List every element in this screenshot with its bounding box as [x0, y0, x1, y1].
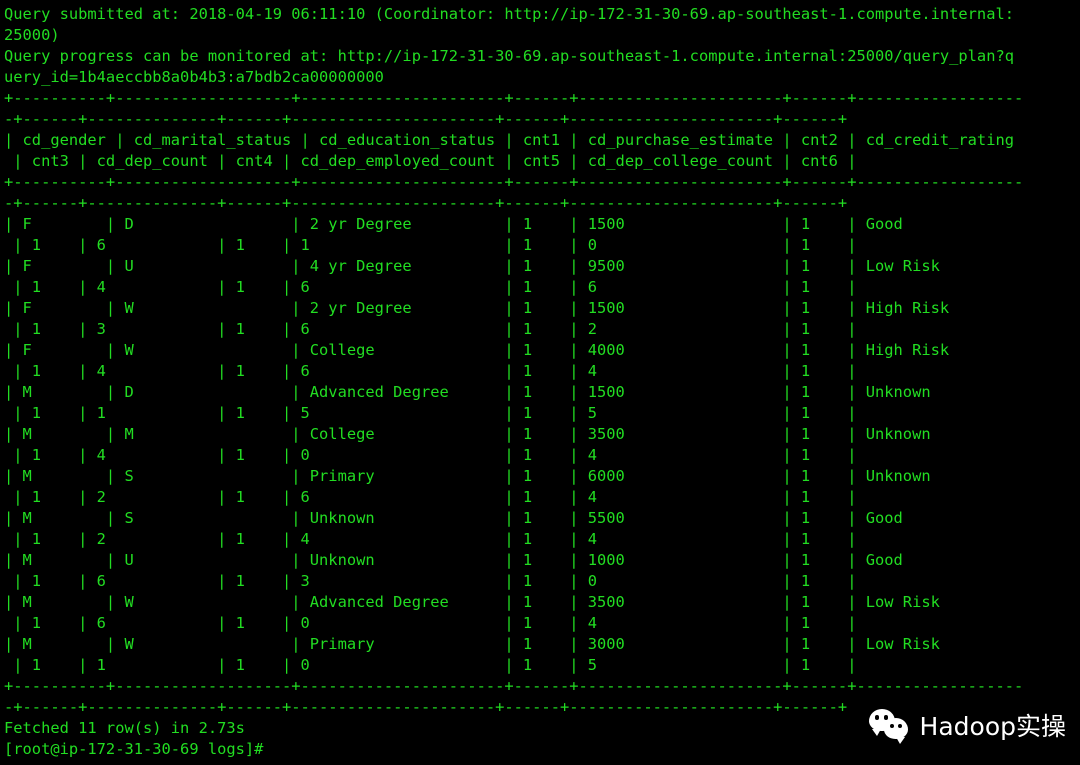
terminal-window[interactable]: Query submitted at: 2018-04-19 06:11:10 … [0, 0, 1080, 765]
table-row: | M | D | Advanced Degree | 1 | 1500 | 1… [4, 383, 931, 401]
table-row: | F | W | College | 1 | 4000 | 1 | High … [4, 341, 950, 359]
table-row-cont: | 1 | 2 | 1 | 4 | 1 | 4 | 1 | [4, 530, 857, 548]
table-row-cont: | 1 | 4 | 1 | 6 | 1 | 4 | 1 | [4, 362, 857, 380]
query-progress-line-2: uery_id=1b4aeccbb8a0b4b3:a7bdb2ca0000000… [4, 68, 384, 86]
query-submitted-line-1: Query submitted at: 2018-04-19 06:11:10 … [4, 5, 1014, 23]
table-bottom-border-line-2: -+------+--------------+------+---------… [4, 698, 848, 716]
table-row: | M | W | Primary | 1 | 3000 | 1 | Low R… [4, 635, 940, 653]
table-top-border-line-2: -+------+--------------+------+---------… [4, 110, 848, 128]
table-bottom-border-line-1: +----------+-------------------+--------… [4, 677, 1024, 695]
table-row-cont: | 1 | 6 | 1 | 3 | 1 | 0 | 1 | [4, 572, 857, 590]
table-row-cont: | 1 | 4 | 1 | 0 | 1 | 4 | 1 | [4, 446, 857, 464]
table-row-cont: | 1 | 1 | 1 | 0 | 1 | 5 | 1 | [4, 656, 857, 674]
table-row: | M | W | Advanced Degree | 1 | 3500 | 1… [4, 593, 940, 611]
query-progress-line-1: Query progress can be monitored at: http… [4, 47, 1014, 65]
table-top-border-line-1: +----------+-------------------+--------… [4, 89, 1024, 107]
table-row-cont: | 1 | 6 | 1 | 1 | 1 | 0 | 1 | [4, 236, 857, 254]
table-row-cont: | 1 | 6 | 1 | 0 | 1 | 4 | 1 | [4, 614, 857, 632]
table-row-cont: | 1 | 4 | 1 | 6 | 1 | 6 | 1 | [4, 278, 857, 296]
table-header-border-line-1: +----------+-------------------+--------… [4, 173, 1024, 191]
table-row: | M | S | Primary | 1 | 6000 | 1 | Unkno… [4, 467, 931, 485]
shell-prompt[interactable]: [root@ip-172-31-30-69 logs]# [4, 739, 1080, 760]
table-row: | F | D | 2 yr Degree | 1 | 1500 | 1 | G… [4, 215, 903, 233]
query-submitted-line-2: 25000) [4, 26, 60, 44]
table-row: | M | S | Unknown | 1 | 5500 | 1 | Good [4, 509, 903, 527]
table-row-cont: | 1 | 3 | 1 | 6 | 1 | 2 | 1 | [4, 320, 857, 338]
table-header-border-line-2: -+------+--------------+------+---------… [4, 194, 848, 212]
table-row: | F | U | 4 yr Degree | 1 | 9500 | 1 | L… [4, 257, 940, 275]
table-row: | M | U | Unknown | 1 | 1000 | 1 | Good [4, 551, 903, 569]
fetched-status: Fetched 11 row(s) in 2.73s [4, 719, 245, 737]
table-row-cont: | 1 | 2 | 1 | 6 | 1 | 4 | 1 | [4, 488, 857, 506]
table-row: | M | M | College | 1 | 3500 | 1 | Unkno… [4, 425, 931, 443]
table-row-cont: | 1 | 1 | 1 | 5 | 1 | 5 | 1 | [4, 404, 857, 422]
table-header-line-2: | cnt3 | cd_dep_count | cnt4 | cd_dep_em… [4, 152, 857, 170]
table-header-line-1: | cd_gender | cd_marital_status | cd_edu… [4, 131, 1014, 149]
table-row: | F | W | 2 yr Degree | 1 | 1500 | 1 | H… [4, 299, 950, 317]
